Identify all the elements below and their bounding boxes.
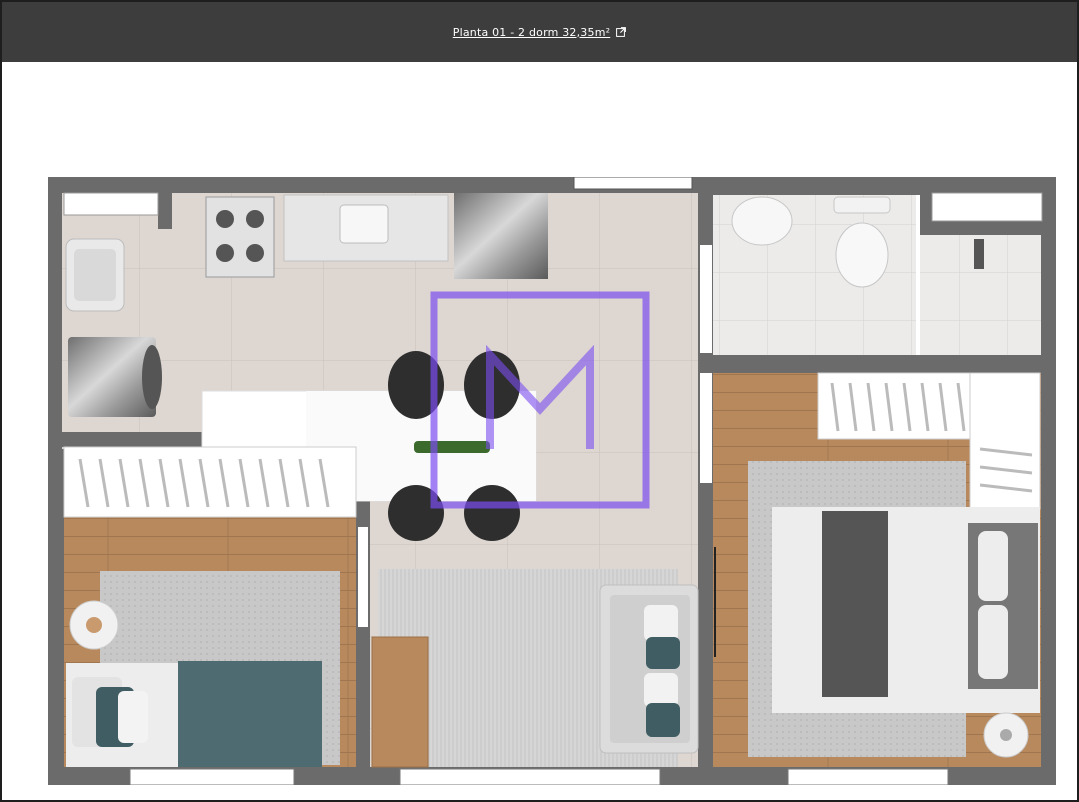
- floor-plan-title: Planta 01 - 2 dorm 32,35m²: [452, 25, 611, 39]
- floor-plan-image: [48, 177, 1056, 785]
- header-bar: Planta 01 - 2 dorm 32,35m²: [2, 2, 1077, 62]
- floor-plan-title-link[interactable]: Planta 01 - 2 dorm 32,35m²: [452, 25, 627, 39]
- external-link-icon: [616, 27, 627, 37]
